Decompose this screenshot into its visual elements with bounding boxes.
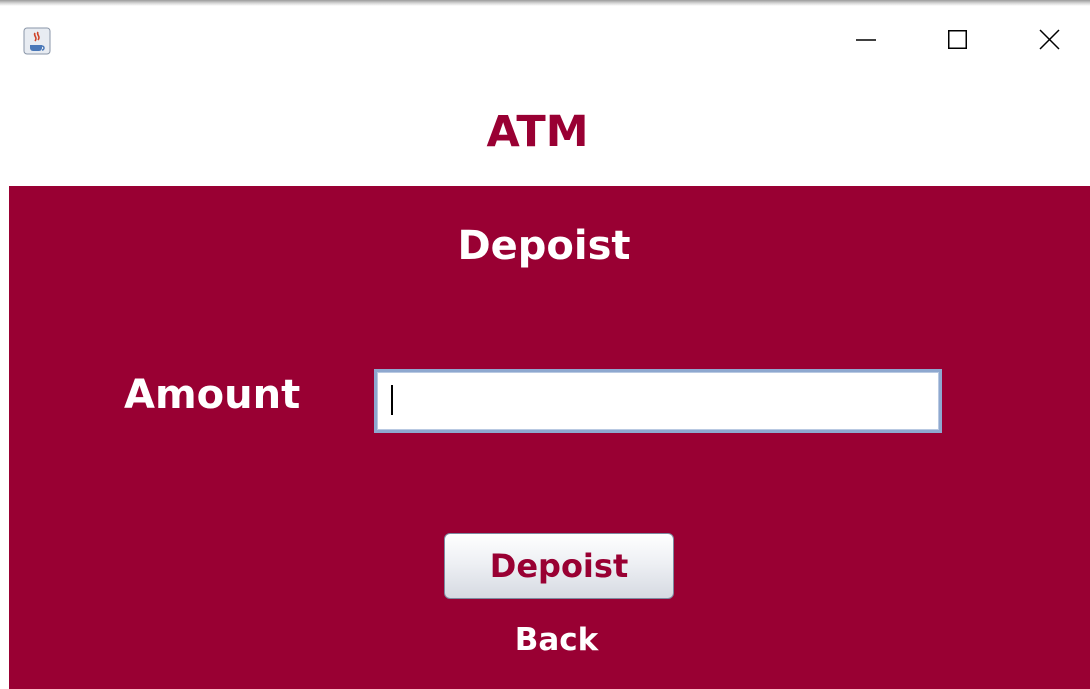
text-caret: [391, 385, 393, 415]
deposit-button[interactable]: Depoist: [444, 533, 674, 599]
maximize-icon: [948, 30, 967, 49]
close-icon: [1039, 29, 1060, 50]
java-app-icon[interactable]: [23, 27, 51, 55]
close-button[interactable]: [1027, 18, 1073, 62]
deposit-panel: Depoist Amount Depoist Back: [9, 186, 1090, 689]
minimize-icon: [856, 39, 876, 41]
panel-title: Depoist: [457, 223, 631, 269]
amount-label: Amount: [124, 372, 301, 418]
title-bar[interactable]: [0, 6, 1090, 70]
atm-title: ATM: [486, 107, 589, 157]
minimize-button[interactable]: [843, 18, 889, 62]
app-window: ATM Depoist Amount Depoist Back: [0, 0, 1090, 689]
back-link[interactable]: Back: [9, 618, 1090, 662]
amount-input[interactable]: [374, 369, 942, 433]
maximize-button[interactable]: [935, 18, 981, 62]
